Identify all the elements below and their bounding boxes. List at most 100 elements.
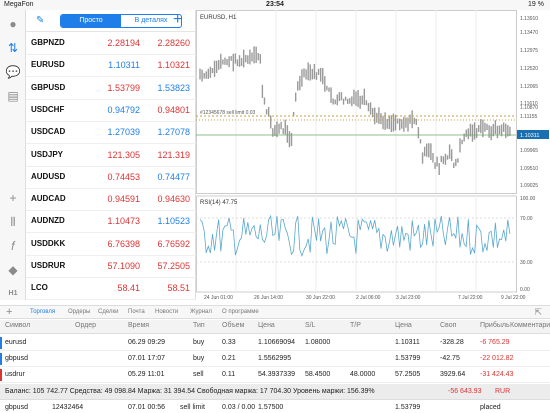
tab-3[interactable]: Почта bbox=[128, 309, 145, 315]
quote-row[interactable]: AUDNZD 1.10473 1.10523 bbox=[26, 210, 196, 234]
rsi-label: RSI(14) 47.75 bbox=[200, 200, 238, 206]
timeframe-icon[interactable]: H1 bbox=[5, 286, 21, 302]
quote-symbol: USDRUR bbox=[31, 261, 66, 270]
quote-row[interactable]: GBPUSD 1.53799 1.53823 bbox=[26, 77, 196, 100]
price-tick: 1.10870 bbox=[520, 105, 538, 111]
clock: 23:54 bbox=[266, 1, 284, 8]
price-tick: 1.13470 bbox=[520, 30, 538, 36]
quote-row[interactable]: USDCHF 0.94792 0.94801 bbox=[26, 99, 196, 122]
column-header[interactable]: Ордер bbox=[75, 322, 96, 329]
quote-ask: 1.10523 bbox=[157, 216, 190, 227]
column-header[interactable]: Объем bbox=[222, 322, 244, 329]
price-tick: 1.09965 bbox=[520, 148, 538, 154]
tab-5[interactable]: Журнал bbox=[190, 309, 212, 315]
quote-bid: 0.74453 bbox=[107, 171, 140, 182]
position-swap: -328.28 bbox=[440, 339, 464, 346]
quote-bid: 1.27039 bbox=[107, 127, 140, 138]
quote-symbol: USDDKK bbox=[31, 238, 66, 248]
chat-icon[interactable]: 💬 bbox=[5, 64, 21, 80]
battery: 19 % bbox=[528, 1, 544, 8]
quote-row[interactable]: USDDKK 6.76398 6.76592 bbox=[26, 233, 196, 256]
document-icon[interactable]: ▤ bbox=[5, 88, 21, 104]
segment-detail[interactable]: В деталях bbox=[121, 15, 181, 27]
quote-ask: 1.27078 bbox=[157, 127, 190, 138]
position-type: sell bbox=[193, 371, 204, 378]
segment-simple[interactable]: Просто bbox=[61, 15, 121, 27]
price-tick: 1.12520 bbox=[520, 66, 538, 72]
position-row[interactable]: gbpusd 07.01 17:07 buy 0.21 1.5562995 1.53799… bbox=[0, 351, 550, 367]
position-profit: -6 765.29 bbox=[480, 339, 510, 346]
column-header[interactable]: Цена bbox=[258, 322, 275, 329]
tab-1[interactable]: Ордеры bbox=[68, 309, 90, 315]
column-header[interactable]: Тип bbox=[193, 322, 205, 329]
quote-bid: 0.94591 bbox=[107, 194, 140, 205]
quote-symbol: USDCHF bbox=[31, 104, 65, 114]
column-header[interactable]: Цена bbox=[395, 322, 412, 329]
position-swap: 3929.64 bbox=[440, 371, 466, 378]
position-price: 1.10669094 bbox=[258, 339, 295, 346]
time-tick: 26 Jun 14:00 bbox=[254, 295, 283, 301]
quote-row[interactable]: USDCAD 1.27039 1.27078 bbox=[26, 121, 196, 145]
view-mode-segment: Просто В деталях bbox=[60, 14, 182, 28]
status-bar: MegaFon 23:54 19 % bbox=[0, 0, 550, 10]
rsi-tick: 30.00 bbox=[520, 260, 533, 266]
trade-arrows-icon[interactable]: ⇅ bbox=[5, 40, 21, 56]
rsi-tick: 0.00 bbox=[520, 287, 530, 293]
summary-profit: -56 643.93 bbox=[448, 388, 482, 395]
pending-order-row[interactable]: gbpusd 12432464 07.01 00:56 sell limit 0.03 … bbox=[0, 400, 550, 413]
quote-row[interactable]: LCO 58.41 58.51 bbox=[26, 277, 196, 301]
add-symbol-icon[interactable]: + bbox=[173, 11, 182, 29]
quote-row[interactable]: AUDCAD 0.94591 0.94630 bbox=[26, 188, 196, 212]
position-swap: -42.75 bbox=[440, 355, 460, 362]
column-header[interactable]: Своп bbox=[440, 322, 456, 329]
pending-price: 1.57500 bbox=[258, 404, 284, 411]
time-tick: 2 Jul 06:00 bbox=[356, 295, 381, 301]
account-icon[interactable]: ● bbox=[5, 16, 21, 32]
quote-ask: 1.53823 bbox=[157, 82, 190, 93]
quote-row[interactable]: USDRUR 57.1090 57.2505 bbox=[26, 255, 196, 278]
quote-bid: 2.28194 bbox=[107, 38, 140, 48]
candle-type-icon[interactable]: ⫴ bbox=[5, 214, 21, 230]
column-header[interactable]: Символ bbox=[5, 322, 30, 329]
terminal-tabs: + Торговля Ордеры Сделки Почта Новости Журнал… bbox=[0, 305, 550, 319]
tab-0[interactable]: Торговля bbox=[30, 309, 55, 315]
column-header[interactable]: Комментарий bbox=[510, 322, 550, 329]
quote-row[interactable]: AUDUSD 0.74453 0.74477 bbox=[26, 166, 196, 189]
quote-ask: 0.74477 bbox=[157, 171, 190, 182]
pending-symbol: gbpusd bbox=[5, 404, 28, 411]
quote-bid: 57.1090 bbox=[107, 261, 140, 271]
quote-ask: 57.2505 bbox=[157, 261, 190, 271]
expand-icon[interactable]: ⇱ bbox=[534, 307, 542, 318]
column-header[interactable]: Время bbox=[128, 322, 149, 329]
position-price: 1.5562995 bbox=[258, 355, 292, 362]
order-label: #12345678 sell limit 0.03 bbox=[200, 110, 256, 116]
indicator-f-icon[interactable]: 𝑓 bbox=[5, 238, 21, 254]
quote-row[interactable]: GBPNZD 2.28194 2.28260 bbox=[26, 32, 196, 55]
quote-row[interactable]: USDJPY 121.305 121.319 bbox=[26, 144, 196, 167]
chart-area[interactable]: EURUSD, H1 RSI(14) 47.75 #12345678 sell li… bbox=[196, 10, 550, 305]
column-header[interactable]: T/P bbox=[350, 322, 361, 329]
tab-6[interactable]: О программе bbox=[222, 309, 259, 315]
new-order-icon[interactable]: + bbox=[6, 306, 12, 318]
crosshair-icon[interactable]: + bbox=[5, 190, 21, 206]
quote-row[interactable]: EURUSD 1.10311 1.10321 bbox=[26, 54, 196, 78]
column-header[interactable]: S/L bbox=[305, 322, 316, 329]
time-tick: 7 Jul 22:00 bbox=[458, 295, 483, 301]
position-cur: 1.10311 bbox=[395, 339, 420, 346]
position-sl: 1.08000 bbox=[305, 339, 331, 346]
price-chart[interactable]: EURUSD, H1 RSI(14) 47.75 #12345678 sell li… bbox=[196, 10, 550, 305]
position-marker bbox=[0, 369, 2, 381]
quote-bid: 121.305 bbox=[107, 149, 140, 160]
edit-icon[interactable]: ✎ bbox=[36, 15, 44, 26]
objects-icon[interactable]: ◆ bbox=[5, 262, 21, 278]
price-tick: 1.09025 bbox=[520, 183, 538, 189]
position-row[interactable]: eurusd 06.29 09:29 buy 0.33 1.10669094 1.0800… bbox=[0, 335, 550, 351]
column-header[interactable]: Прибыль bbox=[480, 322, 510, 329]
position-row[interactable]: usdrur 05.29 11:01 sell 0.11 54.3937339 58.45… bbox=[0, 367, 550, 383]
sidebar: ● ⇅ 💬 ▤ + ⫴ 𝑓 ◆ H1 bbox=[0, 10, 26, 300]
pending-order: 12432464 bbox=[52, 404, 84, 411]
quote-symbol: AUDCAD bbox=[31, 194, 66, 204]
quote-symbol: GBPUSD bbox=[31, 82, 66, 92]
tab-4[interactable]: Новости bbox=[155, 309, 178, 315]
tab-2[interactable]: Сделки bbox=[98, 309, 118, 315]
